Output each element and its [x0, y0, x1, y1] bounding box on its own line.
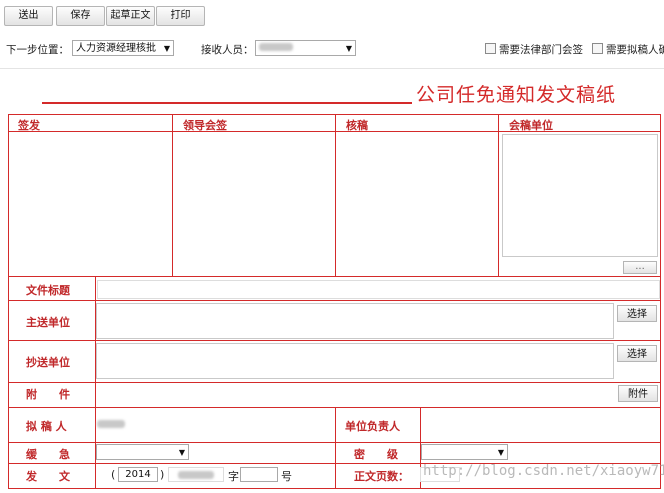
grid-line: [335, 407, 336, 488]
legal-review-label: 需要法律部门会签: [499, 44, 583, 56]
urgency-select[interactable]: ▼: [96, 444, 189, 460]
pages-label: 正文页数：: [354, 470, 409, 483]
main-unit-select-button[interactable]: 选择: [617, 305, 657, 322]
draft-body-button[interactable]: 起草正文: [106, 6, 155, 26]
file-title-input[interactable]: [97, 280, 660, 299]
receiver-label: 接收人员：: [201, 44, 254, 56]
chevron-down-icon: ▼: [345, 44, 352, 53]
title-underline: [42, 102, 412, 104]
grid-line: [9, 382, 660, 383]
drafter-name-redacted: [97, 420, 125, 428]
drafter-review-checkbox[interactable]: [592, 43, 603, 54]
receiver-select[interactable]: ▼: [255, 40, 356, 56]
chevron-down-icon: ▼: [178, 448, 185, 457]
copy-unit-select-button[interactable]: 选择: [617, 345, 657, 362]
next-step-select[interactable]: 人力资源经理核批 ▼: [72, 40, 174, 56]
attachment-button[interactable]: 附件: [618, 385, 658, 402]
next-step-label: 下一步位置：: [6, 44, 69, 56]
main-unit-label: 主送单位: [26, 316, 70, 329]
legal-review-checkbox[interactable]: [485, 43, 496, 54]
print-button[interactable]: 打印: [156, 6, 205, 26]
file-title-label: 文件标题: [26, 284, 70, 297]
grid-line: [172, 115, 173, 276]
grid-line: [9, 300, 660, 301]
grid-line: [9, 276, 660, 277]
next-step-value: 人力资源经理核批: [76, 43, 156, 54]
char-label: 字: [228, 470, 239, 483]
leader-header: 领导会签: [183, 119, 227, 132]
countersign-unit-textarea[interactable]: [502, 134, 658, 257]
drafter-label: 拟 稿 人: [26, 420, 67, 433]
close-paren: ): [160, 468, 165, 481]
grid-line: [335, 115, 336, 276]
urgency-label: 缓 急: [26, 448, 70, 461]
more-button[interactable]: ...: [623, 261, 657, 274]
watermark-text: http://blog.csdn.net/xiaoyw71: [423, 463, 664, 479]
unit-head-label: 单位负责人: [345, 420, 400, 433]
main-unit-textarea[interactable]: [96, 303, 614, 339]
page-title: 公司任免通知发文稿纸: [416, 84, 617, 106]
toolbar-divider: [0, 68, 664, 69]
chevron-down-icon: ▼: [497, 448, 504, 457]
secrecy-label: 密 级: [354, 448, 398, 461]
chevron-down-icon: ▼: [163, 44, 170, 53]
year-input[interactable]: 2014: [118, 467, 158, 482]
sign-header: 签发: [18, 119, 40, 132]
secrecy-select[interactable]: ▼: [421, 444, 508, 460]
attachment-label: 附 件: [26, 388, 70, 401]
send-button[interactable]: 送出: [4, 6, 53, 26]
unit-header: 会稿单位: [509, 119, 553, 132]
doc-prefix-input[interactable]: [168, 467, 224, 482]
grid-line: [9, 340, 660, 341]
save-button[interactable]: 保存: [56, 6, 105, 26]
number-label: 号: [281, 470, 292, 483]
open-paren: (: [111, 468, 116, 481]
copy-unit-textarea[interactable]: [96, 343, 614, 379]
grid-line: [498, 115, 499, 276]
doc-number-input[interactable]: [240, 467, 278, 482]
issue-label: 发 文: [26, 470, 70, 483]
review-header: 核稿: [346, 119, 368, 132]
doc-prefix-redacted: [178, 471, 214, 479]
receiver-name-redacted: [259, 43, 293, 51]
copy-unit-label: 抄送单位: [26, 356, 70, 369]
drafter-review-label: 需要拟稿人确: [606, 44, 664, 56]
